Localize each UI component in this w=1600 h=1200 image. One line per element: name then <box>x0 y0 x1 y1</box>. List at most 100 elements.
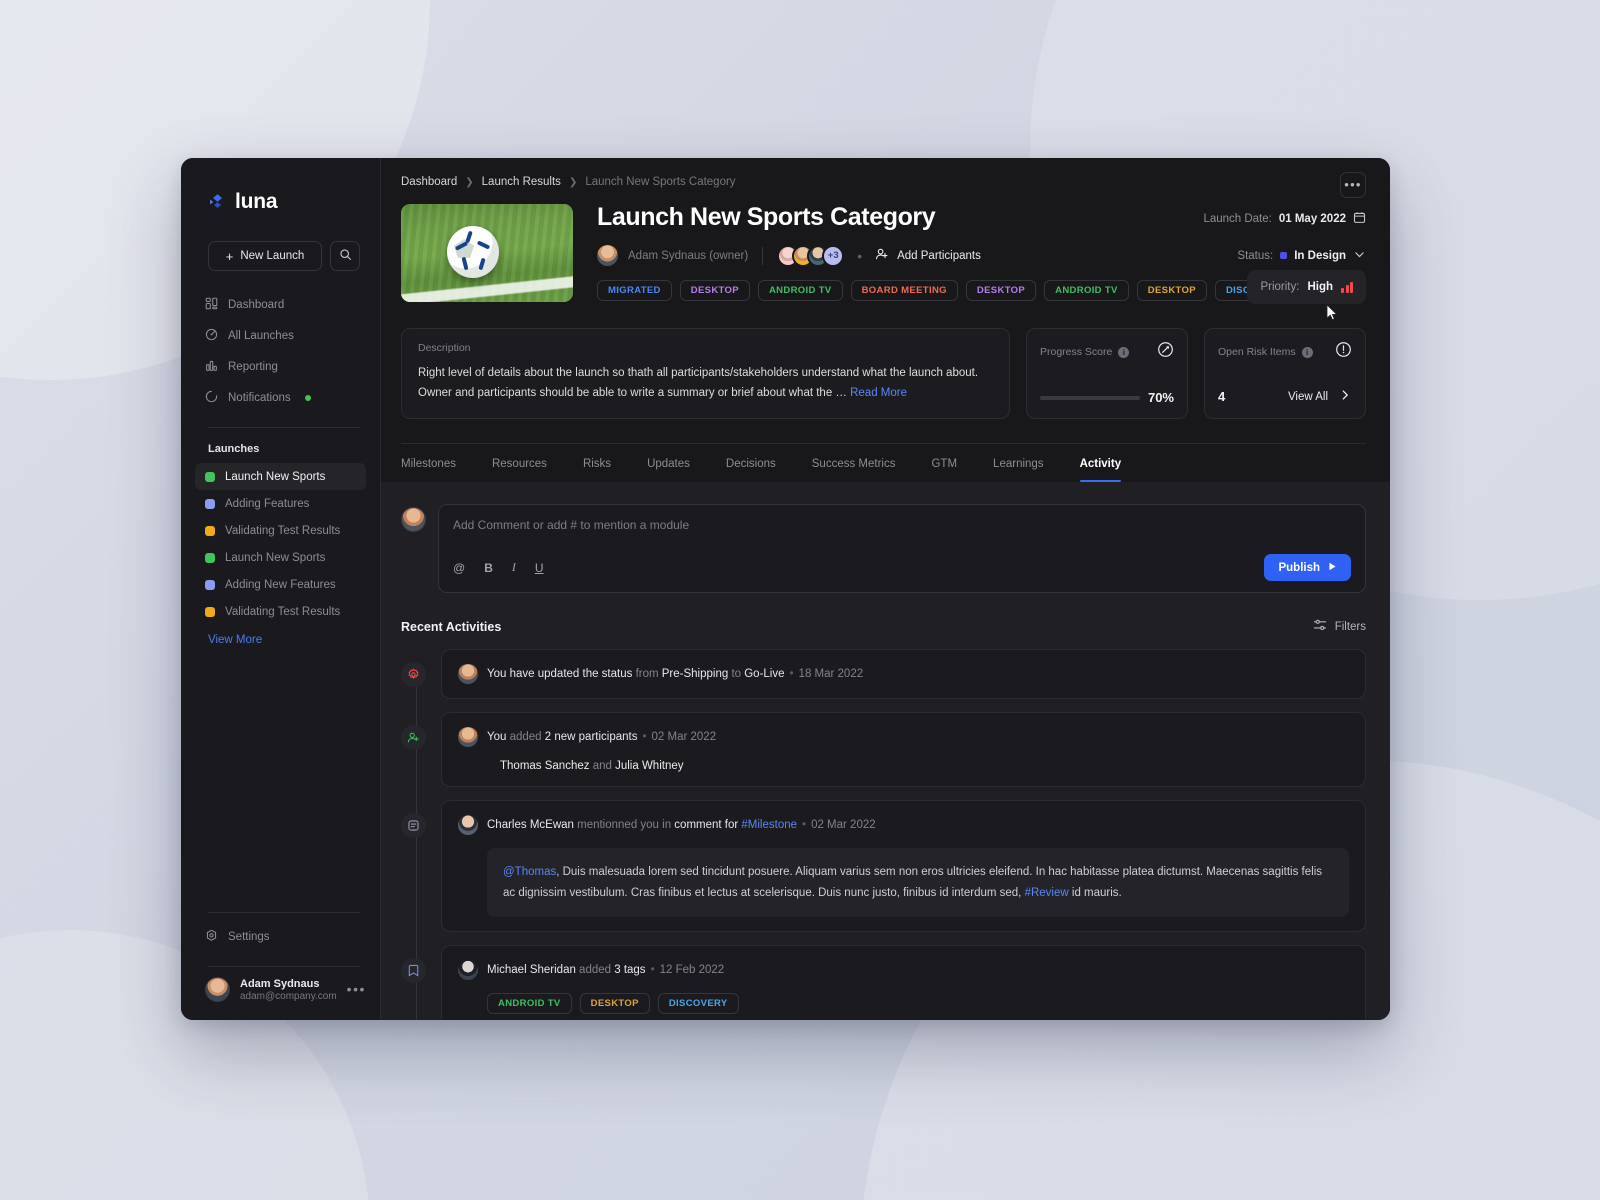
tab-updates[interactable]: Updates <box>647 444 690 482</box>
description-label: Description <box>418 342 471 354</box>
launch-item-3[interactable]: Launch New Sports <box>195 544 366 571</box>
chevron-right-icon: ❯ <box>568 176 578 188</box>
tag-chip[interactable]: DESKTOP <box>679 279 750 301</box>
activity-line: Charles McEwan mentionned you in comment… <box>458 815 1349 836</box>
tab-gtm[interactable]: GTM <box>931 444 957 482</box>
tab-learnings[interactable]: Learnings <box>993 444 1044 482</box>
sidebar-item-reporting[interactable]: Reporting <box>195 351 366 382</box>
view-more-link[interactable]: View More <box>181 625 380 646</box>
comment-input-wrapper[interactable]: Add Comment or add # to mention a module… <box>438 504 1366 594</box>
user-menu-button[interactable]: ••• <box>347 982 366 997</box>
activity-muted: to <box>728 668 745 681</box>
sidebar-item-dashboard[interactable]: Dashboard <box>195 289 366 320</box>
plus-icon: + <box>225 248 234 264</box>
launch-date[interactable]: Launch Date: 01 May 2022 <box>1203 204 1366 227</box>
new-launch-button[interactable]: + New Launch <box>208 241 322 271</box>
comment-body-tail: id mauris. <box>1068 886 1122 899</box>
sidebar-item-all-launches[interactable]: All Launches <box>195 320 366 351</box>
tag-chip[interactable]: MIGRATED <box>597 279 672 301</box>
activity-subject: 2 new participants <box>544 731 638 744</box>
publish-button[interactable]: Publish <box>1264 554 1351 582</box>
added-tags: ANDROID TV DESKTOP DISCOVERY <box>487 993 1349 1015</box>
italic-icon[interactable]: I <box>512 560 516 575</box>
tag-chip[interactable]: DESKTOP <box>965 279 1037 301</box>
launch-item-0[interactable]: Launch New Sports <box>195 463 366 490</box>
activity-date: 02 Mar 2022 <box>651 731 717 744</box>
comment-input[interactable]: Add Comment or add # to mention a module <box>453 518 1351 532</box>
user-card[interactable]: Adam Sydnaus adam@company.com ••• <box>181 967 380 1002</box>
comment-quote: @Thomas, Duis malesuada lorem sed tincid… <box>487 848 1349 918</box>
sidebar-item-label: Reporting <box>228 360 278 373</box>
activity-date: 18 Mar 2022 <box>798 668 864 681</box>
tab-milestones[interactable]: Milestones <box>401 444 456 482</box>
launch-item-2[interactable]: Validating Test Results <box>195 517 366 544</box>
milestone-link[interactable]: #Milestone <box>741 819 797 831</box>
description-text: Right level of details about the launch … <box>418 363 993 403</box>
tag-chip[interactable]: ANDROID TV <box>487 993 572 1015</box>
avatar <box>597 245 618 266</box>
owner-name-text: Adam Sydnaus <box>628 249 706 262</box>
activity-subject: comment for <box>674 819 742 832</box>
metric-head: Progress Score i <box>1040 341 1174 363</box>
tag-list: MIGRATED DESKTOP ANDROID TV BOARD MEETIN… <box>597 279 1357 301</box>
status-dropdown[interactable]: Status: In Design <box>1237 248 1366 264</box>
read-more-link[interactable]: Read More <box>850 387 907 399</box>
view-all-risks-button[interactable]: View All <box>1288 388 1352 405</box>
launch-item-label: Launch New Sports <box>225 470 326 483</box>
mention-icon[interactable]: @ <box>453 561 465 575</box>
participant-avatars[interactable]: +3 <box>777 244 845 267</box>
tag-chip[interactable]: DISCOVERY <box>657 993 739 1015</box>
open-risk-items-value: 4 <box>1218 389 1226 405</box>
activity-actor: Michael Sheridan <box>487 964 576 977</box>
alert-circle-icon <box>1335 341 1352 363</box>
open-risk-items-card: Open Risk Items i 4 View All <box>1204 328 1366 420</box>
joiner: and <box>592 760 612 773</box>
add-participants-button[interactable]: Add Participants <box>875 247 981 264</box>
activity-muted: mentionned you in <box>573 819 675 832</box>
tag-chip[interactable]: DESKTOP <box>579 993 650 1015</box>
launch-item-4[interactable]: Adding New Features <box>195 571 366 598</box>
activity-timeline: You have updated the status from Pre-Shi… <box>401 649 1366 1020</box>
progress-score-value: 70% <box>1147 390 1174 406</box>
priority-value: High <box>1307 281 1333 293</box>
mention-link[interactable]: @Thomas <box>503 866 556 878</box>
priority-chip[interactable]: Priority: High <box>1247 270 1366 304</box>
info-icon[interactable]: i <box>1301 346 1313 358</box>
tab-risks[interactable]: Risks <box>583 444 611 482</box>
tag-chip[interactable]: ANDROID TV <box>757 279 843 301</box>
tag-icon <box>401 958 426 984</box>
sidebar-item-settings[interactable]: Settings <box>181 921 380 952</box>
metric-label: Progress Score i <box>1040 346 1130 358</box>
activity-item: You added 2 new participants • 02 Mar 2022… <box>401 712 1366 788</box>
more-options-button[interactable]: ••• <box>1340 172 1366 198</box>
activity-date: 02 Mar 2022 <box>811 819 876 832</box>
tab-activity[interactable]: Activity <box>1079 444 1121 483</box>
settings-gear-icon <box>401 662 426 688</box>
filters-button[interactable]: Filters <box>1313 618 1366 635</box>
tab-decisions[interactable]: Decisions <box>726 444 776 482</box>
brand-logo[interactable]: luna <box>181 158 380 214</box>
bold-icon[interactable]: B <box>484 561 493 575</box>
breadcrumb-dashboard[interactable]: Dashboard <box>401 176 457 188</box>
launch-item-5[interactable]: Validating Test Results <box>195 598 366 625</box>
owner-group: Adam Sydnaus (owner) +3 • Add Participan… <box>597 244 981 267</box>
sidebar-item-notifications[interactable]: Notifications <box>195 382 366 413</box>
breadcrumb-launch-results[interactable]: Launch Results <box>482 176 561 188</box>
tab-resources[interactable]: Resources <box>492 444 547 482</box>
composer-toolbar: @ B I U Publish <box>453 554 1351 582</box>
search-button[interactable] <box>330 241 360 271</box>
tag-chip[interactable]: ANDROID TV <box>1044 279 1129 301</box>
activity-muted: added <box>506 731 545 744</box>
launch-item-1[interactable]: Adding Features <box>195 490 366 517</box>
info-icon[interactable]: i <box>1118 346 1130 358</box>
tag-chip[interactable]: BOARD MEETING <box>850 279 958 301</box>
review-link[interactable]: #Review <box>1025 887 1069 899</box>
activity-card: Charles McEwan mentionned you in comment… <box>441 800 1366 933</box>
tag-chip[interactable]: DESKTOP <box>1136 279 1207 301</box>
breadcrumb-current: Launch New Sports Category <box>585 176 736 188</box>
tab-success-metrics[interactable]: Success Metrics <box>812 444 896 482</box>
launch-list: Launch New Sports Adding Features Valida… <box>181 463 380 625</box>
user-meta: Adam Sydnaus adam@company.com <box>240 978 337 1002</box>
status-swatch <box>205 552 215 563</box>
underline-icon[interactable]: U <box>535 561 544 575</box>
